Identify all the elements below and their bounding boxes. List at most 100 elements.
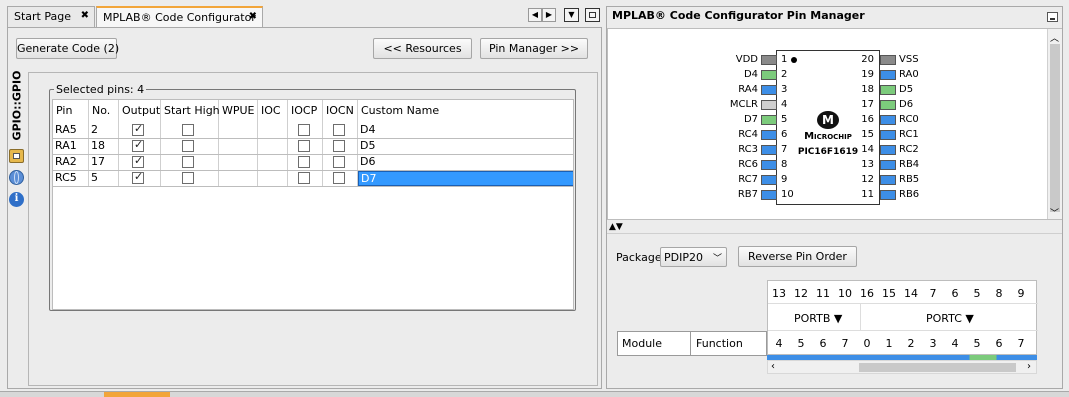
start-high-checkbox[interactable] bbox=[182, 156, 194, 168]
chip-pin[interactable] bbox=[880, 70, 896, 80]
tab-start-page[interactable]: Start Page ✖ bbox=[7, 6, 95, 27]
portc-label[interactable]: PORTC ▼ bbox=[926, 312, 974, 325]
chip-pin[interactable] bbox=[880, 100, 896, 110]
col-header[interactable]: Output bbox=[119, 100, 161, 123]
iocp-checkbox[interactable] bbox=[297, 124, 310, 136]
scroll-right-icon[interactable]: › bbox=[1027, 361, 1031, 372]
checkbox-cell bbox=[323, 155, 358, 170]
pin-grid-hscroll[interactable]: ‹ › bbox=[767, 360, 1037, 374]
tab-scroll-left[interactable]: ◀ bbox=[528, 8, 542, 22]
table-row[interactable]: RA118 D5 bbox=[53, 139, 573, 155]
iocn-checkbox[interactable] bbox=[332, 156, 345, 168]
table-row[interactable]: RA217 D6 bbox=[53, 155, 573, 171]
globe-icon[interactable] bbox=[9, 170, 24, 185]
microchip-logo-icon: M bbox=[817, 111, 839, 129]
splitter-arrows-icon[interactable]: ▲▼ bbox=[609, 222, 623, 232]
start-high-checkbox[interactable] bbox=[182, 140, 194, 152]
bottom-tab-indicator[interactable] bbox=[104, 392, 170, 397]
iocn-checkbox[interactable] bbox=[332, 172, 345, 184]
col-header[interactable]: Pin bbox=[53, 100, 89, 123]
chip-pin[interactable] bbox=[761, 115, 777, 125]
tab-list-icon[interactable]: ▼ bbox=[564, 8, 579, 22]
col-header[interactable]: Custom Name bbox=[358, 100, 573, 123]
chip-pin[interactable] bbox=[880, 130, 896, 140]
module-header[interactable]: Module bbox=[622, 337, 662, 350]
chip-pin-number: 8 bbox=[781, 159, 788, 170]
close-icon[interactable]: ✖ bbox=[81, 10, 89, 21]
iocn-checkbox[interactable] bbox=[332, 140, 345, 152]
iocp-checkbox[interactable] bbox=[297, 172, 310, 184]
chip-pin-label: RB5 bbox=[899, 174, 920, 185]
info-icon[interactable]: i bbox=[9, 192, 24, 207]
splitter[interactable] bbox=[607, 233, 1062, 236]
output-checkbox[interactable] bbox=[132, 155, 144, 168]
chip-pin[interactable] bbox=[761, 145, 777, 155]
chip-pin[interactable] bbox=[761, 190, 777, 200]
iocp-checkbox[interactable] bbox=[297, 140, 310, 152]
custom-name-cell[interactable]: D7 bbox=[358, 171, 573, 186]
chip-pin-number: 2 bbox=[781, 69, 788, 80]
pin-number-cell: 5 bbox=[89, 171, 119, 186]
custom-name-cell[interactable]: D5 bbox=[358, 139, 573, 154]
maximize-icon[interactable] bbox=[585, 8, 600, 22]
chip-pin[interactable] bbox=[880, 190, 896, 200]
tab-scroll-right[interactable]: ▶ bbox=[542, 8, 556, 22]
generate-code-button[interactable]: Generate Code (2) bbox=[16, 38, 119, 59]
custom-name-cell[interactable]: D4 bbox=[358, 123, 573, 138]
scroll-left-icon[interactable]: ‹ bbox=[771, 361, 775, 372]
chip-pin[interactable] bbox=[880, 145, 896, 155]
chip-pin-label: RA4 bbox=[738, 84, 758, 95]
close-icon[interactable]: ✖ bbox=[249, 11, 257, 22]
iocn-checkbox[interactable] bbox=[332, 124, 345, 136]
custom-name-cell[interactable]: D6 bbox=[358, 155, 573, 170]
chip-pin[interactable] bbox=[761, 160, 777, 170]
table-row[interactable]: RA52 D4 bbox=[53, 123, 573, 139]
chip-pin[interactable] bbox=[761, 70, 777, 80]
chip-pin[interactable] bbox=[880, 115, 896, 125]
chip-pin[interactable] bbox=[761, 130, 777, 140]
start-high-checkbox[interactable] bbox=[182, 124, 194, 136]
portb-label[interactable]: PORTB ▼ bbox=[794, 312, 842, 325]
pin-number-cell: 17 bbox=[89, 155, 119, 170]
chip-pin-label: RC2 bbox=[899, 144, 919, 155]
table-row[interactable]: RC55 D7 bbox=[53, 171, 573, 187]
chip-pin[interactable] bbox=[761, 100, 777, 110]
function-header[interactable]: Function bbox=[696, 337, 743, 350]
chip-pin[interactable] bbox=[880, 160, 896, 170]
bit-number: 3 bbox=[929, 337, 937, 350]
start-high-checkbox[interactable] bbox=[182, 172, 194, 184]
chip-pin-label: D6 bbox=[899, 99, 914, 110]
output-checkbox[interactable] bbox=[132, 139, 144, 152]
minimize-icon[interactable] bbox=[1047, 12, 1058, 22]
col-header[interactable]: IOCP bbox=[288, 100, 323, 123]
col-header[interactable]: WPUE bbox=[219, 100, 258, 123]
tab-code-configurator[interactable]: MPLAB® Code Configurator ✖ bbox=[96, 6, 263, 27]
chip-pin-number: 5 bbox=[781, 114, 788, 125]
chip-pin[interactable] bbox=[761, 175, 777, 185]
chip-pin[interactable] bbox=[761, 55, 777, 65]
side-tab-gpio[interactable]: GPIO::GPIO bbox=[9, 71, 25, 142]
pin-number-top: 13 bbox=[772, 287, 786, 300]
chip-pin[interactable] bbox=[880, 175, 896, 185]
col-header[interactable]: No. bbox=[89, 100, 119, 123]
scroll-thumb[interactable] bbox=[859, 363, 1016, 372]
iocp-checkbox[interactable] bbox=[297, 156, 310, 168]
chip-pin[interactable] bbox=[761, 85, 777, 95]
chip-pin-label: RC4 bbox=[738, 129, 758, 140]
package-select[interactable]: PDIP20 ﹀ bbox=[660, 247, 727, 267]
col-header[interactable]: IOCN bbox=[323, 100, 358, 123]
output-checkbox[interactable] bbox=[132, 171, 144, 184]
chip-pin[interactable] bbox=[880, 55, 896, 65]
empty-cell bbox=[219, 171, 258, 186]
resources-button[interactable]: << Resources bbox=[373, 38, 472, 59]
chip-scrollbar[interactable]: ︿ ﹀ bbox=[1047, 29, 1062, 219]
output-checkbox[interactable] bbox=[132, 123, 144, 136]
chip-pin-label: RC0 bbox=[899, 114, 919, 125]
settings-side-icon[interactable] bbox=[9, 149, 24, 163]
col-header[interactable]: IOC bbox=[258, 100, 288, 123]
col-header[interactable]: Start High bbox=[161, 100, 220, 123]
chip-pin[interactable] bbox=[880, 85, 896, 95]
selected-pins-label: Selected pins: 4 bbox=[54, 83, 147, 96]
reverse-pin-order-button[interactable]: Reverse Pin Order bbox=[738, 246, 857, 267]
pin-manager-button[interactable]: Pin Manager >> bbox=[480, 38, 588, 59]
